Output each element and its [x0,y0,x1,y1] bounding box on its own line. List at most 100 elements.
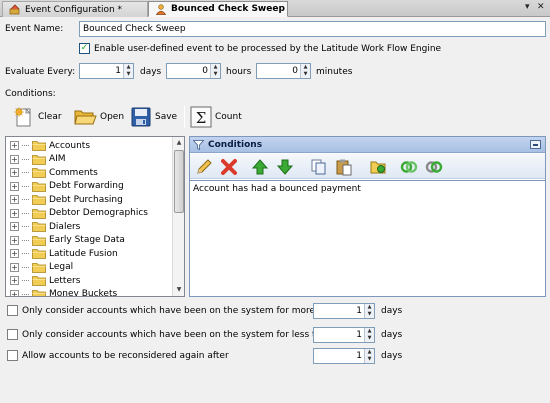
spin-down-icon[interactable]: ▼ [211,71,220,78]
edit-pencil-icon[interactable] [195,158,213,176]
expand-plus-icon[interactable]: + [10,249,19,258]
tree-item[interactable]: + Debt Forwarding [10,180,124,193]
evaluate-hours-unit: hours [226,67,252,77]
tree-item[interactable]: + Accounts [10,139,90,152]
spinner-buttons[interactable]: ▲ ▼ [210,64,220,78]
tree-item[interactable]: + Early Stage Data [10,234,125,247]
expand-plus-icon[interactable]: + [10,289,19,296]
expand-plus-icon[interactable]: + [10,222,19,231]
evaluate-minutes-value: 0 [292,66,298,76]
spin-down-icon[interactable]: ▼ [365,356,374,363]
tree-item[interactable]: + Comments [10,166,98,179]
condition-item[interactable]: Account has had a bounced payment [193,184,361,194]
spin-up-icon[interactable]: ▲ [211,64,220,71]
event-name-input[interactable]: Bounced Check Sweep [79,21,546,37]
tree-item[interactable]: + Letters [10,274,80,287]
tree-item-label: Accounts [49,140,91,151]
tree-item-label: Legal [49,262,74,272]
folder-icon [32,222,46,232]
clear-icon [14,107,31,127]
move-down-arrow-icon[interactable] [276,158,294,176]
tree-item[interactable]: + Money Buckets [10,288,117,296]
spin-down-icon[interactable]: ▼ [365,311,374,318]
tree-vertical-scrollbar[interactable]: ▲ ▼ [172,137,184,296]
expand-plus-icon[interactable]: + [10,276,19,285]
expand-plus-icon[interactable]: + [10,181,19,191]
option-checkbox[interactable] [7,350,18,361]
save-button[interactable]: Save [130,105,177,129]
clear-label: Clear [38,112,62,122]
expand-plus-icon[interactable]: + [10,195,19,204]
tree-item[interactable]: + AIM [10,153,66,166]
expand-plus-icon[interactable]: + [10,262,19,272]
tree-connector [22,185,29,187]
option-checkbox[interactable] [7,305,18,316]
spin-up-icon[interactable]: ▲ [365,304,374,311]
open-label: Open [100,112,125,122]
scrollbar-thumb[interactable] [174,150,184,213]
spin-down-icon[interactable]: ▼ [301,71,310,78]
spinner-buttons[interactable]: ▲ ▼ [364,349,374,363]
folder-icon [32,181,46,192]
conditions-panel-header: Conditions [190,137,545,153]
copy-icon[interactable] [310,158,328,176]
event-configuration-icon [9,4,20,15]
tab-event-configuration[interactable]: Event Configuration * [2,1,148,17]
spin-down-icon[interactable]: ▼ [365,335,374,342]
option-days-spinner[interactable]: 1 ▲ ▼ [313,327,375,343]
delete-icon[interactable] [220,158,238,176]
scroll-up-icon[interactable]: ▲ [173,137,184,149]
count-button[interactable]: Σ Count [190,105,242,129]
expand-plus-icon[interactable]: + [10,168,19,177]
tab-dropdown-icon[interactable]: ▾ [525,2,530,12]
spinner-buttons[interactable]: ▲ ▼ [300,64,310,78]
close-tab-icon[interactable]: ✕ [537,2,545,12]
clear-button[interactable]: Clear [13,105,62,129]
paste-icon[interactable] [335,158,353,176]
move-up-arrow-icon[interactable] [251,158,269,176]
open-button[interactable]: Open [73,105,124,129]
scroll-down-icon[interactable]: ▼ [173,284,184,296]
evaluate-hours-spinner[interactable]: 0 ▲ ▼ [166,63,221,79]
spinner-buttons[interactable]: ▲ ▼ [123,64,133,78]
svg-text:Σ: Σ [196,109,207,127]
tree-item[interactable]: + Debtor Demographics [10,207,148,220]
expand-plus-icon[interactable]: + [10,235,19,245]
option-checkbox[interactable] [7,329,18,340]
tree-item[interactable]: + Legal [10,261,73,274]
spin-up-icon[interactable]: ▲ [365,328,374,335]
spinner-buttons[interactable]: ▲ ▼ [364,304,374,318]
option-days-spinner[interactable]: 1 ▲ ▼ [313,303,375,319]
collapse-panel-icon[interactable] [530,140,541,149]
spinner-buttons[interactable]: ▲ ▼ [364,328,374,342]
tree-item-label: Dialers [49,221,81,232]
tree-item[interactable]: + Debt Purchasing [10,193,123,206]
spin-up-icon[interactable]: ▲ [365,349,374,356]
enable-event-checkbox[interactable]: ✓ [79,43,90,54]
expand-plus-icon[interactable]: + [10,154,19,164]
and-link-icon[interactable] [400,158,418,176]
expand-plus-icon[interactable]: + [10,208,19,218]
option-days-unit: days [381,330,403,340]
option-days-spinner[interactable]: 1 ▲ ▼ [313,348,375,364]
tree-connector [22,172,29,173]
spin-down-icon[interactable]: ▼ [124,71,133,78]
conditions-toolbar [190,154,545,179]
conditions-list[interactable]: Account has had a bounced payment [190,180,545,296]
tree-item[interactable]: + Latitude Fusion [10,247,118,260]
tree-item-label: Debt Purchasing [49,194,123,205]
tab-bounced-check-sweep[interactable]: Bounced Check Sweep [148,1,288,17]
condition-category-tree[interactable]: + Accounts + AIM + Comments + Debt Forwarding + D… [5,136,185,297]
evaluate-minutes-spinner[interactable]: 0 ▲ ▼ [256,63,311,79]
tree-item[interactable]: + Dialers [10,220,80,233]
spin-up-icon[interactable]: ▲ [301,64,310,71]
spin-up-icon[interactable]: ▲ [124,64,133,71]
expand-plus-icon[interactable]: + [10,141,19,150]
evaluate-days-spinner[interactable]: 1 ▲ ▼ [79,63,134,79]
evaluate-days-value: 1 [115,66,121,76]
group-folder-icon[interactable] [369,158,387,176]
tree-item-label: AIM [49,154,66,164]
tree-item-label: Debt Forwarding [49,181,124,191]
or-link-icon[interactable] [425,158,443,176]
filter-icon [193,140,204,150]
